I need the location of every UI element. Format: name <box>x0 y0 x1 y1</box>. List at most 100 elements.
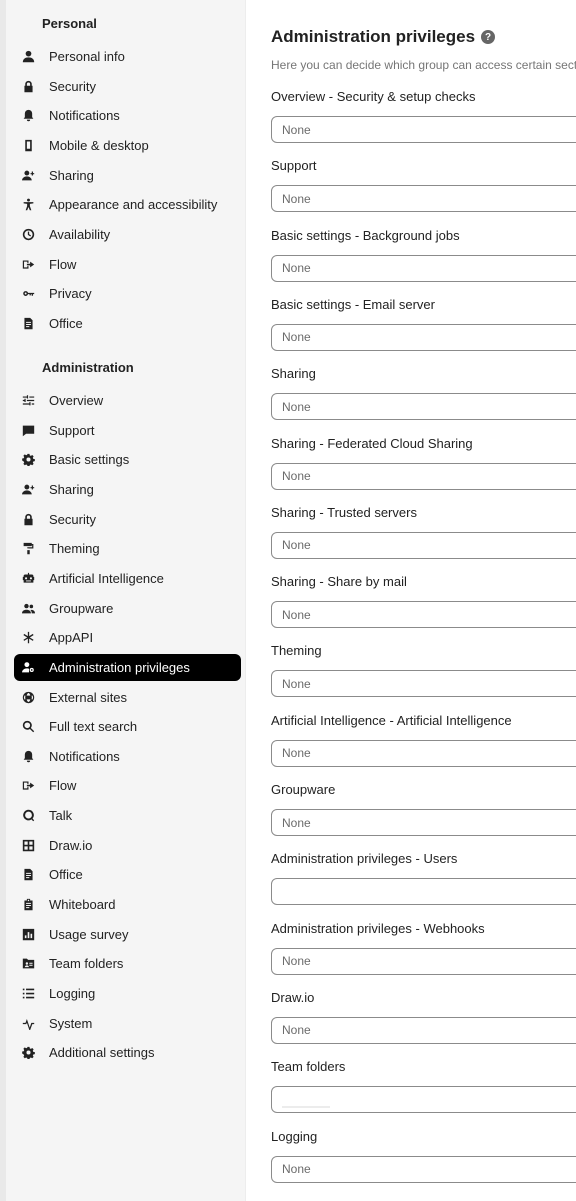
document-icon <box>21 316 35 330</box>
robot-icon <box>21 571 35 585</box>
sidebar-item-team-folders[interactable]: Team folders <box>14 950 241 977</box>
sidebar-item-flow[interactable]: Flow <box>14 772 241 799</box>
group-select-placeholder: None <box>282 676 311 691</box>
sidebar-item-additional-settings[interactable]: Additional settings <box>14 1039 241 1066</box>
bell-icon <box>21 109 35 123</box>
group-select[interactable]: None <box>271 670 576 698</box>
sidebar-item-logging[interactable]: Logging <box>14 980 241 1007</box>
group-select-placeholder: None <box>282 746 311 761</box>
sidebar-item-draw-io[interactable]: Draw.io <box>14 832 241 859</box>
sidebar-item-talk[interactable]: Talk <box>14 802 241 829</box>
sidebar-item-administration-privileges[interactable]: Administration privileges <box>14 653 241 681</box>
sidebar-item-basic-settings[interactable]: Basic settings <box>14 446 241 473</box>
sidebar-item-availability[interactable]: Availability <box>14 221 241 248</box>
sidebar-item-overview[interactable]: Overview <box>14 387 241 414</box>
sidebar-item-security[interactable]: Security <box>14 73 241 100</box>
sidebar-item-external-sites[interactable]: External sites <box>14 684 241 711</box>
page-description: Here you can decide which group can acce… <box>271 58 576 72</box>
group-select[interactable]: None <box>271 809 576 836</box>
sidebar-item-label: Mobile & desktop <box>49 137 149 153</box>
pulse-icon <box>21 1016 35 1030</box>
group-select[interactable] <box>271 878 576 906</box>
sidebar-item-theming[interactable]: Theming <box>14 535 241 562</box>
group-select[interactable]: None <box>271 739 576 767</box>
group-select[interactable]: None <box>271 116 576 143</box>
sidebar-item-groupware[interactable]: Groupware <box>14 595 241 622</box>
sidebar-item-label: AppAPI <box>49 630 94 646</box>
sidebar-item-whiteboard[interactable]: Whiteboard <box>14 891 241 918</box>
field-label: Sharing - Federated Cloud Sharing <box>271 435 473 451</box>
group-select[interactable]: None <box>271 1155 576 1183</box>
sidebar-item-label: System <box>49 1015 93 1031</box>
page-title: Administration privileges ? <box>271 27 496 47</box>
person-icon <box>21 50 35 64</box>
document-icon <box>21 868 35 882</box>
lock-icon <box>21 512 35 526</box>
sidebar-item-artificial-intelligence[interactable]: Artificial Intelligence <box>14 565 241 592</box>
sidebar-item-full-text-search[interactable]: Full text search <box>14 713 241 740</box>
group-select[interactable] <box>271 1086 576 1114</box>
sidebar-item-office[interactable]: Office <box>14 861 241 888</box>
group-select[interactable]: None <box>271 323 576 351</box>
help-icon[interactable]: ? <box>481 30 496 44</box>
group-select-placeholder: None <box>282 538 311 553</box>
sidebar-item-label: Additional settings <box>49 1045 155 1061</box>
sidebar-item-appapi[interactable]: AppAPI <box>14 624 241 651</box>
sidebar-item-support[interactable]: Support <box>14 417 241 444</box>
bell-icon <box>21 749 35 763</box>
administration-heading: Administration <box>42 360 134 375</box>
sidebar-item-usage-survey[interactable]: Usage survey <box>14 921 241 948</box>
talk-icon <box>21 809 35 823</box>
sidebar-item-sharing[interactable]: Sharing <box>14 476 241 503</box>
sidebar-item-label: Sharing <box>49 167 94 183</box>
group-select[interactable]: None <box>271 1016 576 1044</box>
sidebar-item-sharing[interactable]: Sharing <box>14 162 241 189</box>
asterisk-icon <box>21 631 35 645</box>
main-content: Administration privileges ? Here you can… <box>246 0 576 1201</box>
sidebar-item-label: Security <box>49 78 96 94</box>
group-select[interactable]: None <box>271 254 576 282</box>
flow-icon <box>21 779 35 793</box>
group-select-placeholder: None <box>282 1023 311 1038</box>
sidebar-item-label: Whiteboard <box>49 897 116 913</box>
sidebar-item-label: Office <box>49 867 83 883</box>
sidebar-item-security[interactable]: Security <box>14 506 241 533</box>
sidebar-item-label: Office <box>49 315 83 331</box>
sidebar-item-label: Flow <box>49 256 77 272</box>
group-select-placeholder: None <box>282 191 311 206</box>
sidebar-item-notifications[interactable]: Notifications <box>14 743 241 770</box>
clock-icon <box>21 227 35 241</box>
sliders-icon <box>21 394 35 408</box>
group-select[interactable]: None <box>271 462 576 490</box>
group-select[interactable]: None <box>271 531 576 559</box>
sidebar-item-system[interactable]: System <box>14 1010 241 1037</box>
field-label: Sharing - Share by mail <box>271 574 407 590</box>
whiteboard-icon <box>21 898 35 912</box>
field-label: Logging <box>271 1128 318 1144</box>
sidebar-item-label: Flow <box>49 778 77 794</box>
group-select-placeholder: None <box>282 815 311 830</box>
group-select[interactable]: None <box>271 601 576 629</box>
lock-icon <box>21 79 35 93</box>
sidebar-item-appearance-and-accessibility[interactable]: Appearance and accessibility <box>14 191 241 218</box>
list-icon <box>21 987 35 1001</box>
sidebar-item-privacy[interactable]: Privacy <box>14 280 241 307</box>
sidebar-item-flow[interactable]: Flow <box>14 251 241 278</box>
sidebar-item-notifications[interactable]: Notifications <box>14 102 241 129</box>
group-select[interactable]: None <box>271 947 576 975</box>
drawio-icon <box>21 838 35 852</box>
sidebar-item-mobile-desktop[interactable]: Mobile & desktop <box>14 132 241 159</box>
group-select[interactable]: None <box>271 185 576 213</box>
sidebar-item-label: Notifications <box>49 748 120 764</box>
sidebar-item-office[interactable]: Office <box>14 310 241 337</box>
field-label: Sharing - Trusted servers <box>271 504 417 520</box>
bar-chart-icon <box>21 927 35 941</box>
sidebar-item-label: Privacy <box>49 286 92 302</box>
sidebar-item-personal-info[interactable]: Personal info <box>14 43 241 70</box>
sidebar-item-label: Availability <box>49 226 111 242</box>
field-label: Administration privileges - Users <box>271 851 458 867</box>
group-select[interactable]: None <box>271 393 576 421</box>
field-label: Team folders <box>271 1059 346 1075</box>
sidebar-item-label: Full text search <box>49 719 138 735</box>
sidebar-item-label: Draw.io <box>49 837 93 853</box>
